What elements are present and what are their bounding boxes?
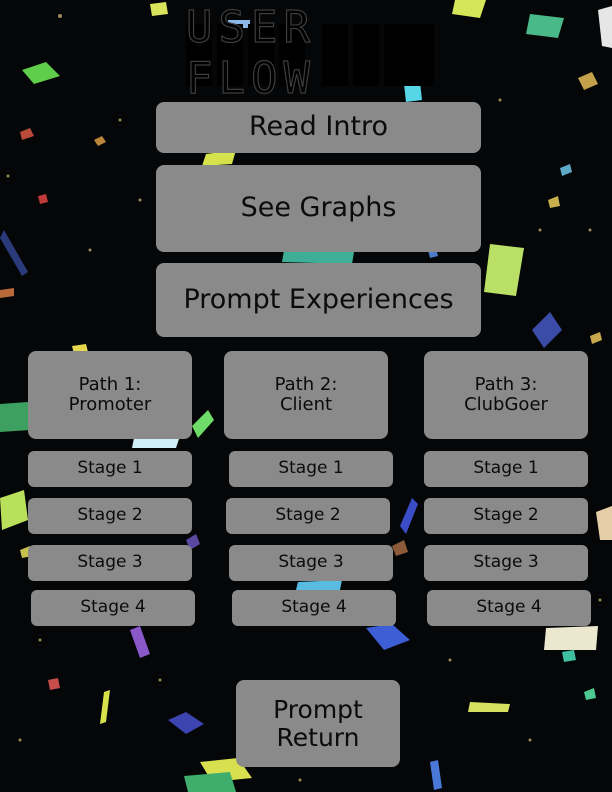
path-1-stage-4-button[interactable]: Stage 4 — [31, 590, 195, 626]
path-2-stage-3-button[interactable]: Stage 3 — [229, 545, 393, 581]
path-1-stage-1-button[interactable]: Stage 1 — [28, 451, 192, 487]
read-intro-button[interactable]: Read Intro — [156, 102, 481, 153]
path-3-clubgoer-button[interactable]: Path 3: ClubGoer — [424, 351, 588, 439]
path-2-stage-2-button[interactable]: Stage 2 — [226, 498, 390, 534]
path-1-promoter-button[interactable]: Path 1: Promoter — [28, 351, 192, 439]
prompt-experiences-button[interactable]: Prompt Experiences — [156, 263, 481, 337]
path-2-stage-4-button[interactable]: Stage 4 — [232, 590, 396, 626]
title-text: USER FLOW — [185, 1, 316, 104]
path-3-stage-2-button[interactable]: Stage 2 — [424, 498, 588, 534]
path-3-stage-4-button[interactable]: Stage 4 — [427, 590, 591, 626]
path-1-stage-2-button[interactable]: Stage 2 — [28, 498, 192, 534]
path-3-stage-3-button[interactable]: Stage 3 — [424, 545, 588, 581]
see-graphs-button[interactable]: See Graphs — [156, 165, 481, 252]
page-title: USER FLOW — [185, 1, 434, 105]
path-2-client-button[interactable]: Path 2: Client — [224, 351, 388, 439]
path-2-stage-1-button[interactable]: Stage 1 — [229, 451, 393, 487]
path-1-stage-3-button[interactable]: Stage 3 — [28, 545, 192, 581]
path-3-stage-1-button[interactable]: Stage 1 — [424, 451, 588, 487]
prompt-return-button[interactable]: Prompt Return — [236, 680, 400, 767]
